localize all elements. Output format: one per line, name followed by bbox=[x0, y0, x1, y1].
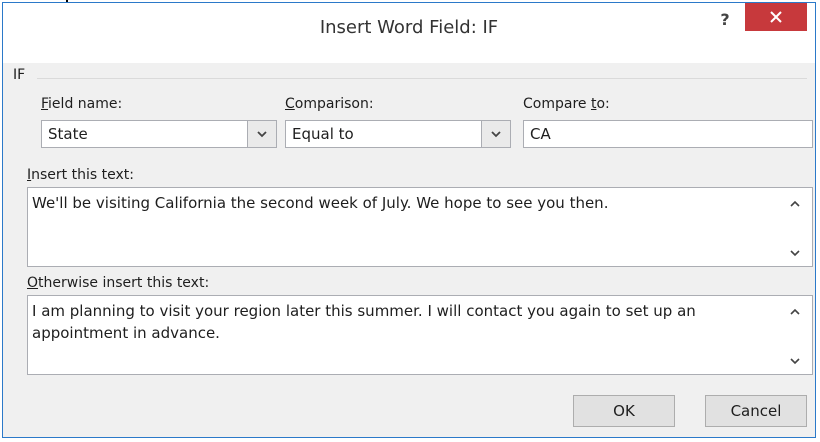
compare-to-label: Compare to: bbox=[523, 96, 610, 112]
chevron-down-icon bbox=[257, 131, 267, 138]
field-name-label-rest: ield name: bbox=[48, 96, 123, 112]
otherwise-text-area[interactable]: I am planning to visit your region later… bbox=[27, 295, 813, 375]
dialog-title: Insert Word Field: IF bbox=[319, 17, 499, 38]
group-divider bbox=[37, 78, 807, 79]
field-name-value: State bbox=[42, 121, 248, 147]
comparison-value: Equal to bbox=[286, 121, 482, 147]
insert-text-value: We'll be visiting California the second … bbox=[32, 194, 609, 212]
close-icon bbox=[770, 11, 782, 23]
otherwise-text-scroll-down[interactable] bbox=[786, 354, 806, 370]
compare-to-label-head: Compare bbox=[523, 96, 591, 112]
otherwise-text-scroll-up[interactable] bbox=[786, 304, 806, 320]
comparison-label: Comparison: bbox=[285, 96, 374, 112]
insert-text-scroll-up[interactable] bbox=[786, 196, 806, 212]
chevron-up-icon bbox=[790, 308, 800, 315]
compare-to-label-end: o: bbox=[596, 96, 610, 112]
comparison-dropdown-button[interactable] bbox=[482, 121, 510, 147]
cancel-button[interactable]: Cancel bbox=[705, 395, 807, 427]
chevron-down-icon bbox=[790, 250, 800, 257]
close-button[interactable] bbox=[745, 3, 807, 31]
insert-text-label-rest: nsert this text: bbox=[31, 167, 134, 183]
chevron-down-icon bbox=[790, 358, 800, 365]
otherwise-text-label: Otherwise insert this text: bbox=[27, 275, 210, 291]
chevron-down-icon bbox=[491, 131, 501, 138]
compare-to-input[interactable]: CA bbox=[523, 120, 813, 148]
otherwise-text-value: I am planning to visit your region later… bbox=[32, 302, 701, 342]
help-button[interactable]: ? bbox=[713, 7, 737, 33]
chevron-up-icon bbox=[790, 200, 800, 207]
insert-text-label: Insert this text: bbox=[27, 167, 134, 183]
field-name-label: Field name: bbox=[41, 96, 123, 112]
insert-text-area[interactable]: We'll be visiting California the second … bbox=[27, 187, 813, 267]
otherwise-text-label-rest: therwise insert this text: bbox=[38, 275, 210, 291]
comparison-label-rest: omparison: bbox=[294, 96, 374, 112]
field-name-dropdown-button[interactable] bbox=[248, 121, 276, 147]
title-bar: Insert Word Field: IF ? bbox=[3, 3, 815, 63]
field-name-combo[interactable]: State bbox=[41, 120, 277, 148]
insert-text-scroll-down[interactable] bbox=[786, 246, 806, 262]
insert-word-field-dialog: Insert Word Field: IF ? IF Field name: S… bbox=[2, 2, 816, 438]
group-label: IF bbox=[13, 67, 26, 83]
ok-button[interactable]: OK bbox=[573, 395, 675, 427]
comparison-combo[interactable]: Equal to bbox=[285, 120, 511, 148]
